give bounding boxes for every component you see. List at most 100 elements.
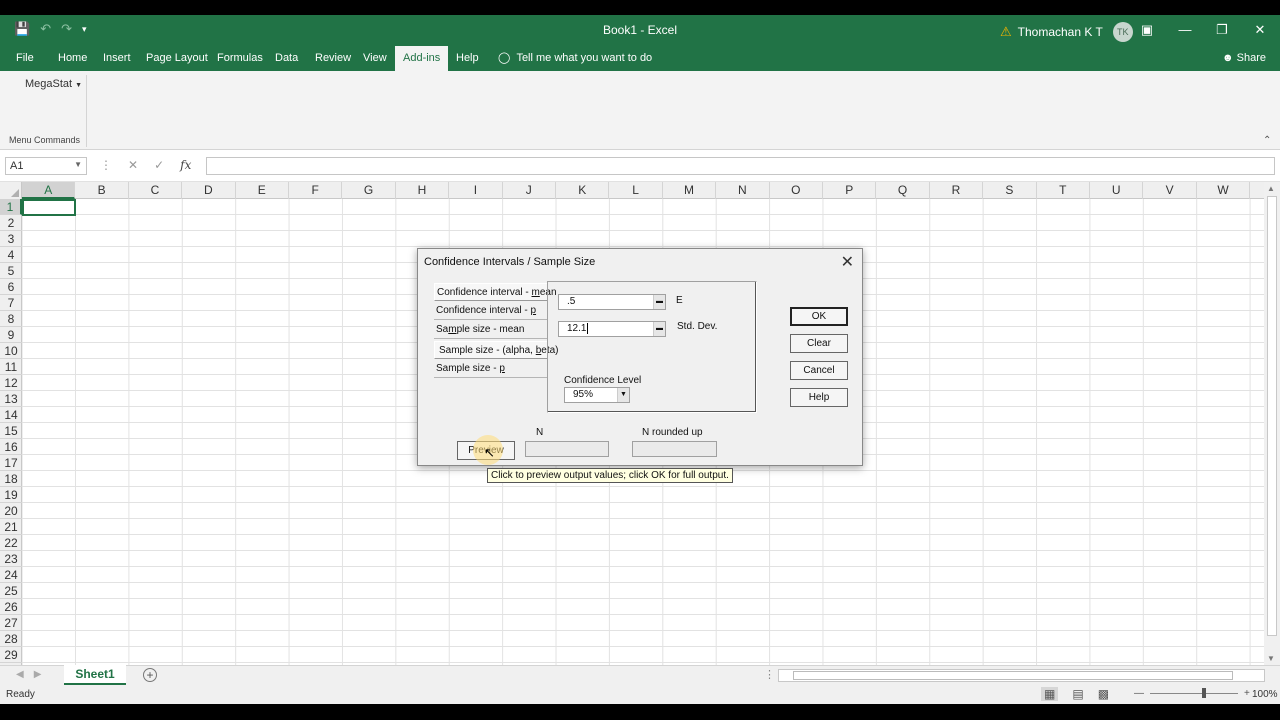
zoom-in-icon[interactable]: + <box>1244 688 1250 699</box>
tab-page-layout[interactable]: Page Layout <box>138 46 216 71</box>
range-picker-icon[interactable]: ▬ <box>653 295 665 309</box>
row-header[interactable]: 24 <box>0 567 22 583</box>
scroll-thumb[interactable] <box>1267 196 1277 636</box>
row-header[interactable]: 6 <box>0 279 22 295</box>
close-button[interactable]: ✕ <box>1245 19 1275 41</box>
name-box[interactable]: A1 ▼ <box>5 157 87 175</box>
row-header[interactable]: 7 <box>0 295 22 311</box>
column-header[interactable]: E <box>236 182 289 199</box>
row-header[interactable]: 9 <box>0 327 22 343</box>
tab-insert[interactable]: Insert <box>95 46 139 71</box>
zoom-level[interactable]: 100% <box>1252 689 1278 700</box>
row-header[interactable]: 2 <box>0 215 22 231</box>
column-header[interactable]: T <box>1037 182 1090 199</box>
sheet-tab[interactable]: Sheet1 <box>64 665 126 685</box>
column-header[interactable]: R <box>930 182 984 199</box>
column-header[interactable]: I <box>449 182 503 199</box>
column-header[interactable]: Q <box>876 182 930 199</box>
insert-function-icon[interactable]: fx <box>180 158 191 172</box>
scroll-up-icon[interactable]: ▲ <box>1267 184 1275 193</box>
row-header[interactable]: 11 <box>0 359 22 375</box>
confidence-level-select[interactable]: 95% ▼ <box>564 387 630 403</box>
clear-button[interactable]: Clear <box>790 334 848 353</box>
column-header[interactable]: G <box>342 182 396 199</box>
sheet-nav-icons[interactable]: ◀▶ <box>16 669 51 680</box>
zoom-out-icon[interactable]: — <box>1134 688 1144 699</box>
avatar[interactable]: TK <box>1112 22 1133 42</box>
help-button[interactable]: Help <box>790 388 848 407</box>
column-header[interactable]: O <box>770 182 823 199</box>
column-header[interactable]: S <box>983 182 1037 199</box>
row-header[interactable]: 12 <box>0 375 22 391</box>
row-header[interactable]: 10 <box>0 343 22 359</box>
column-header[interactable]: P <box>823 182 877 199</box>
vertical-scrollbar[interactable]: ▲ ▼ <box>1264 182 1280 665</box>
row-header[interactable]: 20 <box>0 503 22 519</box>
share-button[interactable]: ☻ Share <box>1222 46 1266 71</box>
tell-me-search[interactable]: ◯ Tell me what you want to do <box>498 46 652 71</box>
row-header[interactable]: 15 <box>0 423 22 439</box>
add-sheet-icon[interactable]: + <box>143 668 157 682</box>
row-header[interactable]: 16 <box>0 439 22 455</box>
cancel-button[interactable]: Cancel <box>790 361 848 380</box>
row-header[interactable]: 13 <box>0 391 22 407</box>
row-header[interactable]: 25 <box>0 583 22 599</box>
row-header[interactable]: 26 <box>0 599 22 615</box>
option-sample-size-alpha-beta[interactable]: Sample size - (alpha, beta) <box>434 341 559 359</box>
tab-home[interactable]: Home <box>50 46 95 71</box>
column-header[interactable]: W <box>1197 182 1251 199</box>
row-header[interactable]: 27 <box>0 615 22 631</box>
row-header[interactable]: 28 <box>0 631 22 647</box>
active-cell[interactable] <box>22 199 76 216</box>
row-header[interactable]: 21 <box>0 519 22 535</box>
column-header[interactable]: L <box>609 182 663 199</box>
row-header[interactable]: 1 <box>0 199 22 215</box>
row-header[interactable]: 4 <box>0 247 22 263</box>
column-header[interactable]: M <box>663 182 717 199</box>
column-header[interactable]: K <box>556 182 610 199</box>
row-header[interactable]: 23 <box>0 551 22 567</box>
row-header[interactable]: 22 <box>0 535 22 551</box>
chevron-down-icon[interactable]: ▼ <box>617 388 629 402</box>
row-header[interactable]: 5 <box>0 263 22 279</box>
column-header[interactable]: U <box>1090 182 1144 199</box>
column-header[interactable]: C <box>129 182 183 199</box>
enter-icon[interactable]: ✓ <box>154 158 164 172</box>
row-header[interactable]: 3 <box>0 231 22 247</box>
option-sample-size-mean[interactable]: Sample size - mean <box>434 321 548 339</box>
column-header[interactable]: V <box>1143 182 1197 199</box>
warning-icon[interactable]: ⚠ <box>1000 24 1012 40</box>
split-handle-icon[interactable]: ⋮ <box>764 668 775 681</box>
option-ci-mean[interactable]: Confidence interval - mean <box>434 283 557 301</box>
row-header[interactable]: 29 <box>0 647 22 663</box>
scroll-down-icon[interactable]: ▼ <box>1267 654 1275 663</box>
tab-review[interactable]: Review <box>307 46 359 71</box>
range-picker-icon[interactable]: ▬ <box>653 322 665 336</box>
page-break-view-icon[interactable]: ▩ <box>1098 687 1109 701</box>
row-header[interactable]: 8 <box>0 311 22 327</box>
normal-view-icon[interactable]: ▦ <box>1041 687 1059 701</box>
std-dev-input[interactable]: 12.1 ▬ <box>558 321 666 337</box>
select-all-corner[interactable] <box>0 182 22 199</box>
column-header[interactable]: J <box>503 182 556 199</box>
column-header[interactable]: B <box>75 182 129 199</box>
tab-file[interactable]: File <box>8 46 42 71</box>
restore-button[interactable]: ❐ <box>1207 19 1237 41</box>
megastat-menu-button[interactable]: MegaStat ▼ <box>25 78 82 90</box>
account-area[interactable]: ⚠ Thomachan K T TK <box>1000 22 1133 42</box>
zoom-track[interactable] <box>1150 688 1238 698</box>
ribbon-display-options-icon[interactable]: ▣ <box>1132 19 1162 41</box>
horizontal-scrollbar[interactable] <box>778 669 1265 682</box>
ok-button[interactable]: OK <box>790 307 848 326</box>
formula-input[interactable] <box>206 157 1275 175</box>
column-header[interactable]: N <box>716 182 770 199</box>
tab-add-ins[interactable]: Add-ins <box>395 46 449 71</box>
close-icon[interactable]: ✕ <box>841 252 854 272</box>
scroll-thumb[interactable] <box>793 671 1233 680</box>
column-header[interactable]: A <box>22 182 76 199</box>
zoom-knob[interactable] <box>1202 688 1206 698</box>
page-layout-view-icon[interactable]: ▤ <box>1072 687 1083 701</box>
tab-help[interactable]: Help <box>448 46 487 71</box>
chevron-down-icon[interactable]: ▼ <box>74 160 82 169</box>
option-ci-p[interactable]: Confidence interval - p <box>434 302 548 320</box>
